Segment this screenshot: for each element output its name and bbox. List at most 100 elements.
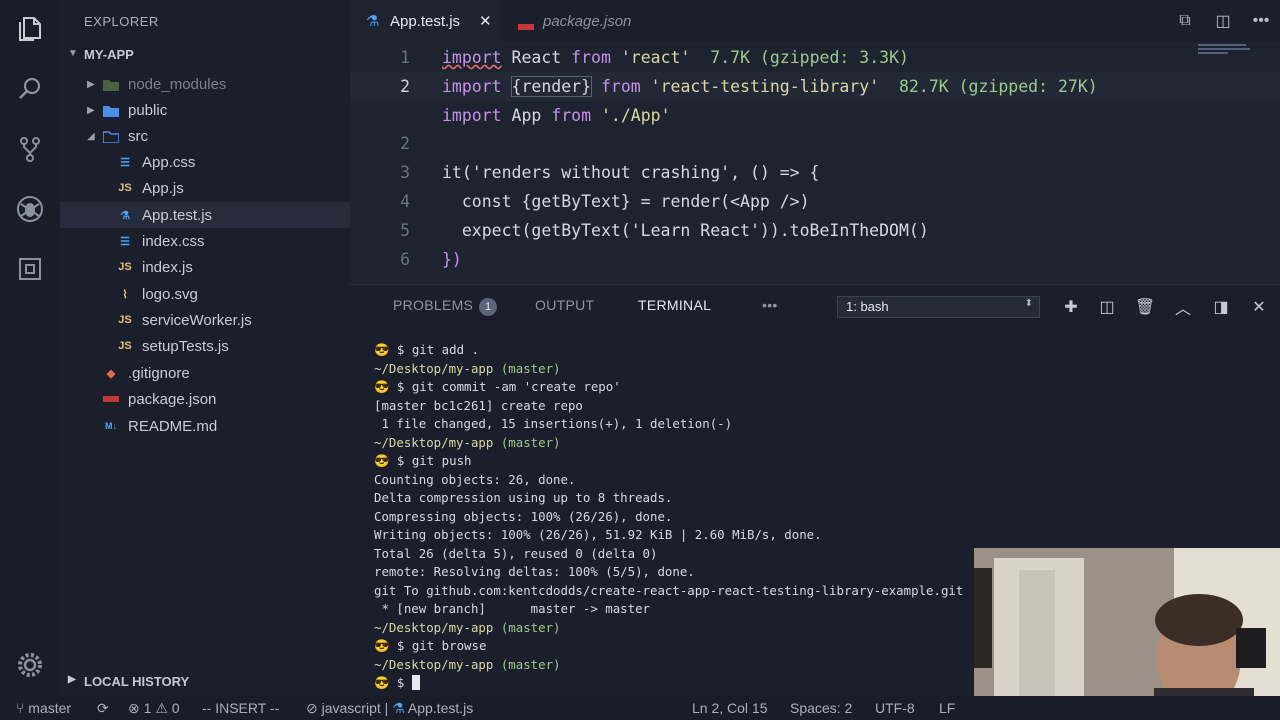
indentation[interactable]: Spaces: 2 bbox=[790, 700, 852, 716]
local-history-section[interactable]: ▶ LOCAL HISTORY bbox=[60, 669, 350, 693]
cwd-path: ~/Desktop/my-app bbox=[374, 619, 494, 635]
tree-item-label: index.css bbox=[142, 232, 205, 250]
toggle-panel-position-icon[interactable]: ◨ bbox=[1209, 295, 1233, 319]
output-text: * [new branch] master -> master bbox=[374, 601, 651, 616]
search-icon[interactable] bbox=[13, 72, 47, 106]
import-cost-hint: 82.7K (gzipped: 27K) bbox=[899, 77, 1098, 96]
new-terminal-icon[interactable]: ✚ bbox=[1059, 295, 1083, 319]
cwd-path: ~/Desktop/my-app bbox=[374, 434, 494, 450]
tree-file-index-js[interactable]: JS index.js bbox=[60, 254, 350, 280]
source-control-icon[interactable] bbox=[13, 132, 47, 166]
code-token: {render} bbox=[510, 76, 593, 97]
files-icon[interactable] bbox=[13, 12, 47, 46]
editor-actions: ⧉ ◫ ••• bbox=[1166, 0, 1280, 42]
shell-prompt: 😎 $ bbox=[374, 675, 412, 690]
chevron-down-icon: ◢ bbox=[87, 130, 95, 142]
line-number: 6 bbox=[400, 250, 410, 269]
branch-status[interactable]: ⑂ master bbox=[16, 700, 71, 716]
command-text: git push bbox=[411, 453, 472, 468]
local-history-label: LOCAL HISTORY bbox=[84, 674, 190, 689]
line-number: 3 bbox=[400, 163, 410, 182]
terminal-line: Writing objects: 100% (26/26), 51.92 KiB… bbox=[374, 526, 963, 545]
panel-more-icon[interactable]: ••• bbox=[762, 297, 778, 313]
maximize-panel-icon[interactable]: ︿ bbox=[1171, 295, 1195, 319]
close-panel-icon[interactable]: ✕ bbox=[1247, 295, 1271, 319]
flask-test-icon: ⚗ bbox=[392, 700, 405, 716]
language-label: javascript bbox=[321, 700, 381, 716]
css-file-icon: ☰ bbox=[120, 156, 130, 169]
output-text: Writing objects: 100% (26/26), 51.92 KiB… bbox=[374, 527, 822, 542]
open-changes-icon[interactable]: ⧉ bbox=[1166, 0, 1204, 42]
terminal-line: ~/Desktop/my-app (master) bbox=[374, 656, 963, 675]
language-mode-icon: ⊘ bbox=[306, 700, 318, 716]
shell-prompt: 😎 $ bbox=[374, 453, 412, 468]
tree-file-service-worker-js[interactable]: JS serviceWorker.js bbox=[60, 307, 350, 333]
tree-file-app-js[interactable]: JS App.js bbox=[60, 175, 350, 201]
output-text: Counting objects: 26, done. bbox=[374, 471, 576, 487]
npm-file-icon bbox=[518, 18, 534, 35]
sync-icon[interactable]: ⟳ bbox=[97, 700, 109, 717]
project-name: MY-APP bbox=[84, 47, 134, 62]
tree-folder-public[interactable]: ▶ public bbox=[60, 97, 350, 123]
kill-terminal-icon[interactable]: 🗑 bbox=[1133, 295, 1157, 319]
tree-file-package-json[interactable]: package.json bbox=[60, 386, 350, 412]
cwd-path: ~/Desktop/my-app bbox=[374, 656, 494, 672]
tree-file-setup-tests-js[interactable]: JS setupTests.js bbox=[60, 333, 350, 359]
terminal-line: ~/Desktop/my-app (master) bbox=[374, 619, 963, 638]
tab-output[interactable]: OUTPUT bbox=[535, 297, 594, 313]
close-icon[interactable]: ✕ bbox=[479, 12, 492, 30]
terminal-line: Delta compression using up to 8 threads. bbox=[374, 489, 963, 508]
shell-prompt: 😎 $ bbox=[374, 342, 412, 357]
tab-app-test-js[interactable]: ⚗ App.test.js ✕ bbox=[350, 0, 502, 42]
tree-file-index-css[interactable]: ☰ index.css bbox=[60, 228, 350, 254]
tab-package-json[interactable]: package.json bbox=[502, 0, 672, 42]
code-line: 3 it('renders without crashing', () => { bbox=[350, 158, 1280, 187]
debug-icon[interactable] bbox=[13, 192, 47, 226]
tab-label: App.test.js bbox=[390, 12, 461, 30]
terminal-line: 😎 $ git browse bbox=[374, 637, 963, 656]
terminal-shell-select[interactable]: 1: bash ⬍ bbox=[837, 296, 1040, 318]
split-editor-icon[interactable]: ◫ bbox=[1204, 0, 1242, 42]
terminal-output[interactable]: 😎 $ git add . ~/Desktop/my-app (master) 😎 … bbox=[374, 341, 963, 693]
line-number: 5 bbox=[400, 221, 410, 240]
code-editor[interactable]: 1 import React from 'react' 7.7K (gzippe… bbox=[350, 42, 1280, 284]
more-actions-icon[interactable]: ••• bbox=[1242, 0, 1280, 42]
code-token: import bbox=[442, 77, 502, 96]
tree-folder-node-modules[interactable]: ▶ node_modules bbox=[60, 71, 350, 97]
terminal-line: 😎 $ bbox=[374, 674, 963, 693]
terminal-line: 😎 $ git push bbox=[374, 452, 963, 471]
project-header[interactable]: ▼ MY-APP bbox=[60, 44, 350, 66]
tree-file-logo-svg[interactable]: ⌇ logo.svg bbox=[60, 281, 350, 307]
split-terminal-icon[interactable]: ◫ bbox=[1095, 295, 1119, 319]
terminal-line: 😎 $ git commit -am 'create repo' bbox=[374, 378, 963, 397]
folder-open-icon bbox=[102, 128, 120, 144]
tree-item-label: README.md bbox=[128, 417, 218, 435]
tree-file-app-test-js[interactable]: ⚗ App.test.js bbox=[60, 202, 350, 228]
js-file-icon: JS bbox=[118, 340, 132, 352]
tree-file-readme-md[interactable]: M↓ README.md bbox=[60, 413, 350, 439]
command-text: git commit -am 'create repo' bbox=[411, 379, 621, 394]
code-line: 1 import React from 'react' 7.7K (gzippe… bbox=[350, 43, 1280, 72]
file-language-status[interactable]: ⊘ javascript | ⚗ App.test.js bbox=[306, 700, 473, 717]
tree-item-label: package.json bbox=[128, 390, 217, 408]
tree-file-app-css[interactable]: ☰ App.css bbox=[60, 149, 350, 175]
cursor-position[interactable]: Ln 2, Col 15 bbox=[692, 700, 768, 716]
end-of-line[interactable]: LF bbox=[939, 700, 955, 716]
problems-status[interactable]: ⊗ 1 ⚠ 0 bbox=[128, 700, 180, 717]
extensions-icon[interactable] bbox=[13, 252, 47, 286]
code-text: expect(getByText('Learn React')).toBeInT… bbox=[442, 221, 929, 240]
encoding[interactable]: UTF-8 bbox=[875, 700, 915, 716]
line-number: 1 bbox=[400, 48, 410, 67]
tree-folder-src[interactable]: ◢ src bbox=[60, 123, 350, 149]
code-token: App bbox=[511, 106, 542, 125]
code-line: 4 const {getByText} = render(<App />) bbox=[350, 187, 1280, 216]
settings-gear-icon[interactable] bbox=[13, 648, 47, 682]
tree-file-gitignore[interactable]: ◆ .gitignore bbox=[60, 360, 350, 386]
tab-problems[interactable]: PROBLEMS 1 bbox=[393, 297, 498, 316]
code-line: 5 expect(getByText('Learn React')).toBeI… bbox=[350, 216, 1280, 245]
tab-terminal[interactable]: TERMINAL bbox=[638, 297, 711, 313]
tree-item-label: App.test.js bbox=[142, 206, 213, 224]
chevron-right-icon: ▶ bbox=[68, 674, 76, 685]
js-file-icon: JS bbox=[118, 182, 132, 194]
terminal-line: ~/Desktop/my-app (master) bbox=[374, 434, 963, 453]
